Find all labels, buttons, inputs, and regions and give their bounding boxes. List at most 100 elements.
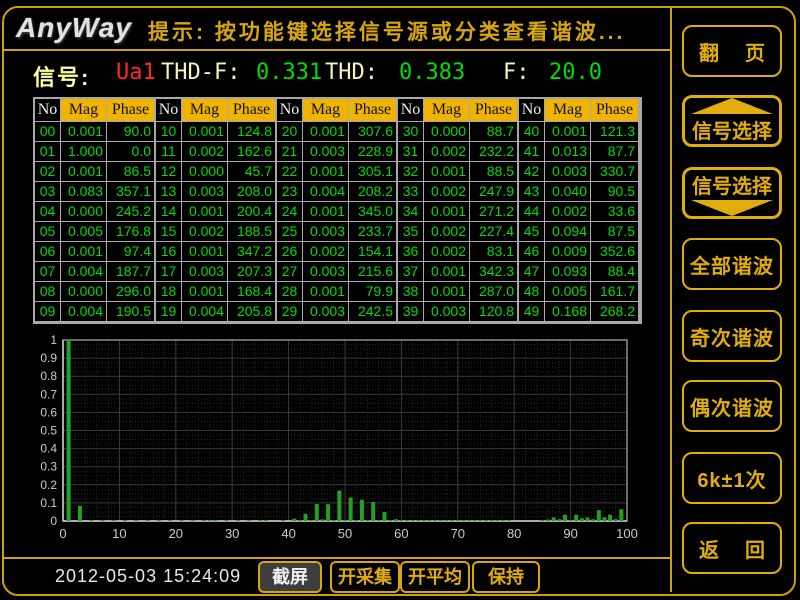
odd-harmonics-button[interactable]: 奇次谐波 [682,310,782,362]
chart-bar [456,520,460,521]
table-header-cell: Phase [470,99,519,122]
table-cell: 0.001 [182,282,228,302]
table-cell: 305.1 [349,162,398,182]
chart-bar [326,504,330,521]
table-cell: 242.5 [349,302,398,322]
chart-bar [388,520,392,521]
harmonic-table: NoMagPhaseNoMagPhaseNoMagPhaseNoMagPhase… [33,97,642,324]
table-cell: 05 [35,222,61,242]
chart-bar [416,520,420,521]
button-label: 6k±1次 [697,464,766,493]
hold-button[interactable]: 保持 [472,561,540,593]
table-cell: 0.001 [424,162,470,182]
signal-select-up-button[interactable]: 信号选择 [682,95,782,147]
table-cell: 0.000 [61,282,107,302]
button-label: 翻 [699,37,719,66]
screenshot-button[interactable]: 截屏 [258,561,322,593]
table-cell: 0.001 [182,242,228,262]
table-cell: 39 [398,302,424,322]
all-harmonics-button[interactable]: 全部谐波 [682,238,782,290]
table-cell: 88.7 [470,122,519,142]
table-cell: 40 [519,122,545,142]
page-button[interactable]: 翻页 [682,25,782,77]
button-label: 奇次谐波 [690,322,774,351]
table-cell: 48 [519,282,545,302]
thd-value: 0.383 [399,60,465,85]
table-cell: 97.4 [107,242,156,262]
chart-bar [484,520,488,521]
table-cell: 0.004 [182,302,228,322]
table-cell: 35 [398,222,424,242]
table-header-cell: Mag [545,99,591,122]
y-tick-label: 0.7 [40,387,57,401]
table-cell: 36 [398,242,424,262]
table-cell: 0.002 [424,182,470,202]
table-cell: 0.001 [424,282,470,302]
table-cell: 0.004 [61,262,107,282]
chart-bar [191,520,195,521]
table-cell: 88.5 [470,162,519,182]
x-tick-label: 10 [112,526,126,541]
table-cell: 15 [156,222,182,242]
table-cell: 37 [398,262,424,282]
table-cell: 00 [35,122,61,142]
chart-bar [614,519,618,521]
table-cell: 02 [35,162,61,182]
table-cell: 188.5 [228,222,277,242]
table-cell: 88.4 [591,262,640,282]
chart-bar [422,520,426,521]
table-header-cell: Mag [61,99,107,122]
chart-bar [78,506,82,521]
signal-select-down-button[interactable]: 信号选择 [682,167,782,219]
table-cell: 11 [156,142,182,162]
table-cell: 49 [519,302,545,322]
chart-bar [292,519,296,521]
chart-bar [382,512,386,521]
chart-bar [580,518,584,521]
x-tick-label: 50 [338,526,352,541]
table-cell: 0.002 [182,222,228,242]
table-header-cell: Phase [228,99,277,122]
y-tick-label: 0.2 [40,478,57,492]
chart-bar [309,520,313,521]
y-tick-label: 0.4 [40,442,57,456]
chart-bar [428,520,432,521]
table-cell: 19 [156,302,182,322]
table-cell: 0.002 [424,142,470,162]
chart-bar [168,520,172,521]
table-cell: 01 [35,142,61,162]
button-label: 回 [745,534,765,563]
table-cell: 0.001 [303,282,349,302]
chart-bar [247,520,251,521]
table-cell: 330.7 [591,162,640,182]
table-cell: 0.001 [424,202,470,222]
back-button[interactable]: 返回 [682,522,782,574]
table-cell: 87.7 [591,142,640,162]
chart-bar [377,520,381,521]
y-tick-label: 0.6 [40,405,57,419]
chart-bar [371,502,375,521]
table-cell: 30 [398,122,424,142]
start-capture-button[interactable]: 开采集 [330,561,400,593]
chart-bar [332,520,336,521]
button-label: 信号选择 [692,115,772,144]
table-cell: 06 [35,242,61,262]
chart-bar [236,520,240,521]
six-k-plus-minus-one-button[interactable]: 6k±1次 [682,452,782,504]
chart-bar [202,520,206,521]
x-tick-label: 70 [451,526,465,541]
table-cell: 17 [156,262,182,282]
chart-bar [597,510,601,521]
table-cell: 04 [35,202,61,222]
start-average-button[interactable]: 开平均 [400,561,470,593]
even-harmonics-button[interactable]: 偶次谐波 [682,380,782,432]
table-cell: 28 [277,282,303,302]
table-cell: 0.003 [545,162,591,182]
table-cell: 287.0 [470,282,519,302]
table-cell: 357.1 [107,182,156,202]
table-cell: 228.9 [349,142,398,162]
table-cell: 0.003 [424,302,470,322]
table-header-cell: Phase [107,99,156,122]
y-tick-label: 0.3 [40,460,57,474]
chart-bar [619,509,623,521]
